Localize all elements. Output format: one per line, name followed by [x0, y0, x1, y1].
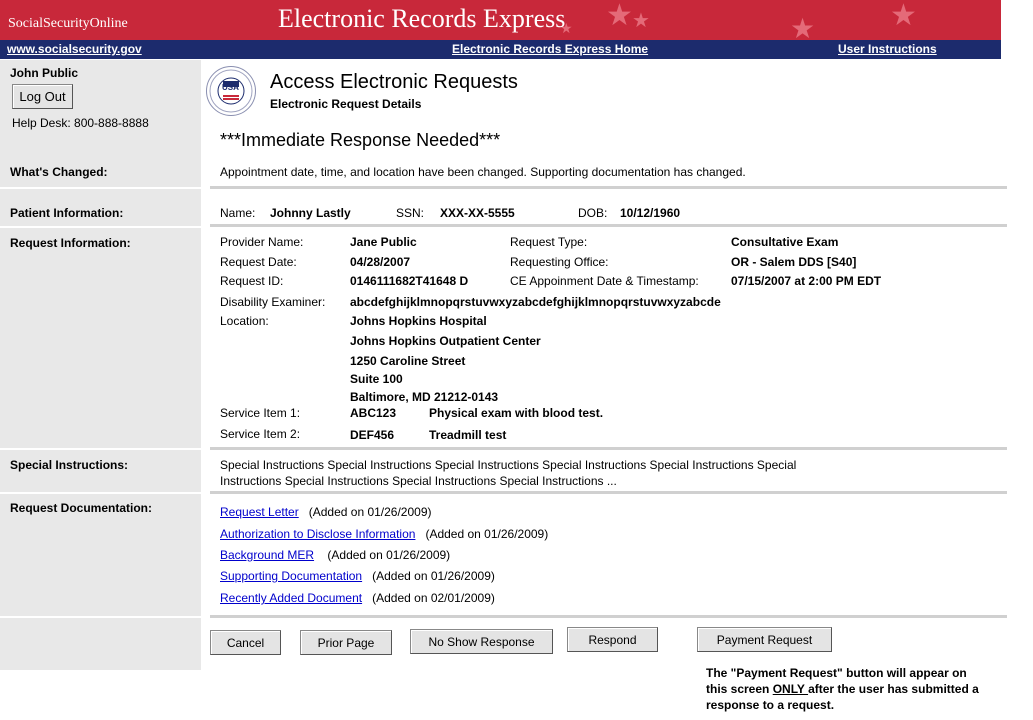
top-nav: www.socialsecurity.gov Electronic Record… [0, 40, 1001, 59]
document-added-date: (Added on 02/01/2009) [372, 591, 495, 605]
banner-title: Electronic Records Express [278, 4, 566, 33]
service-item-2-label: Service Item 2: [220, 427, 301, 441]
star-icon: ★ [632, 10, 650, 32]
sidebar-divider [0, 226, 201, 228]
special-instructions-line: Special Instructions Special Instruction… [220, 458, 797, 472]
service-item-2-desc: Treadmill test [429, 428, 507, 442]
whats-changed-text: Appointment date, time, and location hav… [220, 165, 746, 179]
user-instructions-link[interactable]: User Instructions [838, 42, 937, 56]
patient-dob: 10/12/1960 [620, 206, 681, 220]
requesting-office-label: Requesting Office: [510, 255, 609, 269]
recently-added-document-link[interactable]: Recently Added Document [220, 591, 362, 605]
logo-usa-text: USA [222, 83, 239, 92]
home-link[interactable]: Electronic Records Express Home [452, 42, 648, 56]
whats-changed-label: What's Changed: [10, 165, 108, 179]
logout-button[interactable]: Log Out [12, 84, 73, 109]
document-row: Authorization to Disclose Information (A… [220, 527, 548, 541]
helpdesk-text: Help Desk: 800-888-8888 [12, 116, 149, 130]
document-added-date: (Added on 01/26/2009) [425, 527, 549, 541]
sidebar-divider [0, 616, 201, 618]
payment-note-text: this screen [706, 682, 773, 696]
patient-info-label: Patient Information: [10, 206, 124, 220]
document-added-date: (Added on 01/26/2009) [308, 505, 432, 519]
page-title: Access Electronic Requests [270, 71, 518, 93]
header-banner: ★ ★ ★ ★ ★ SocialSecurityOnline Electroni… [0, 0, 1001, 41]
special-instructions-line: Instructions Special Instructions Specia… [220, 474, 617, 488]
section-divider [210, 224, 1007, 227]
section-divider [210, 615, 1007, 618]
service-item-1-label: Service Item 1: [220, 406, 301, 420]
document-row: Supporting Documentation (Added on 01/26… [220, 569, 495, 583]
star-icon: ★ [890, 0, 917, 32]
ce-appointment: 07/15/2007 at 2:00 PM EDT [731, 274, 882, 288]
patient-ssn: XXX-XX-5555 [440, 206, 515, 220]
requesting-office: OR - Salem DDS [S40] [731, 255, 857, 269]
request-info-label: Request Information: [10, 236, 131, 250]
ssa-online-label: SocialSecurityOnline [8, 16, 128, 31]
site-link[interactable]: www.socialsecurity.gov [7, 42, 142, 56]
location-line: Johns Hopkins Hospital [350, 314, 487, 328]
request-documentation-label: Request Documentation: [10, 501, 153, 515]
sidebar [0, 60, 201, 670]
alert-heading: ***Immediate Response Needed*** [220, 130, 501, 150]
provider-label: Provider Name: [220, 235, 304, 249]
request-letter-link[interactable]: Request Letter [220, 505, 299, 519]
payment-note-line: response to a request. [706, 698, 835, 712]
document-added-date: (Added on 01/26/2009) [372, 569, 495, 583]
supporting-documentation-link[interactable]: Supporting Documentation [220, 569, 362, 583]
service-item-1-code: ABC123 [350, 406, 397, 420]
patient-name: Johnny Lastly [270, 206, 351, 220]
patient-name-label: Name: [220, 206, 256, 220]
patient-dob-label: DOB: [578, 206, 608, 220]
page-subtitle: Electronic Request Details [270, 97, 422, 111]
location-line: Baltimore, MD 21212-0143 [350, 390, 499, 404]
patient-ssn-label: SSN: [396, 206, 425, 220]
sidebar-divider [0, 492, 201, 494]
background-mer-link[interactable]: Background MER [220, 548, 314, 562]
star-icon: ★ [606, 0, 633, 32]
authorization-link[interactable]: Authorization to Disclose Information [220, 527, 415, 541]
payment-note-line: The "Payment Request" button will appear… [706, 666, 967, 680]
location-line: 1250 Caroline Street [350, 354, 466, 368]
request-type: Consultative Exam [731, 235, 839, 249]
request-id-label: Request ID: [220, 274, 284, 288]
payment-request-button[interactable]: Payment Request [697, 627, 832, 652]
star-icon: ★ [790, 13, 816, 41]
service-item-1-desc: Physical exam with blood test. [429, 406, 604, 420]
section-divider [210, 491, 1007, 494]
provider-name: Jane Public [350, 235, 417, 249]
service-item-2-code: DEF456 [350, 428, 395, 442]
request-date-label: Request Date: [220, 255, 297, 269]
document-row: Request Letter (Added on 01/26/2009) [220, 505, 432, 519]
section-divider [210, 447, 1007, 450]
payment-note-text: after the user has submitted a [808, 682, 979, 696]
payment-note-line: this screen ONLY after the user has subm… [706, 682, 979, 696]
document-row: Recently Added Document (Added on 02/01/… [220, 591, 495, 605]
no-show-response-button[interactable]: No Show Response [410, 629, 553, 654]
request-type-label: Request Type: [510, 235, 588, 249]
examiner-name: abcdefghijklmnopqrstuvwxyzabcdefghijklmn… [350, 295, 721, 309]
document-added-date: (Added on 01/26/2009) [327, 548, 451, 562]
sidebar-divider [0, 448, 201, 450]
prior-page-button[interactable]: Prior Page [300, 630, 392, 655]
user-name: John Public [10, 66, 79, 80]
ce-appointment-label: CE Appoinment Date & Timestamp: [510, 274, 699, 288]
request-id: 0146111682T41648 D [350, 274, 469, 288]
section-divider [210, 186, 1007, 189]
request-date: 04/28/2007 [350, 255, 411, 269]
sidebar-divider [0, 187, 201, 189]
cancel-button[interactable]: Cancel [210, 630, 281, 655]
location-line: Suite 100 [350, 372, 403, 386]
examiner-label: Disability Examiner: [220, 295, 326, 309]
special-instructions-label: Special Instructions: [10, 458, 129, 472]
location-label: Location: [220, 314, 269, 328]
document-row: Background MER (Added on 01/26/2009) [220, 548, 450, 562]
respond-button[interactable]: Respond [567, 627, 658, 652]
location-line: Johns Hopkins Outpatient Center [350, 334, 541, 348]
payment-note-only: ONLY [772, 682, 809, 696]
